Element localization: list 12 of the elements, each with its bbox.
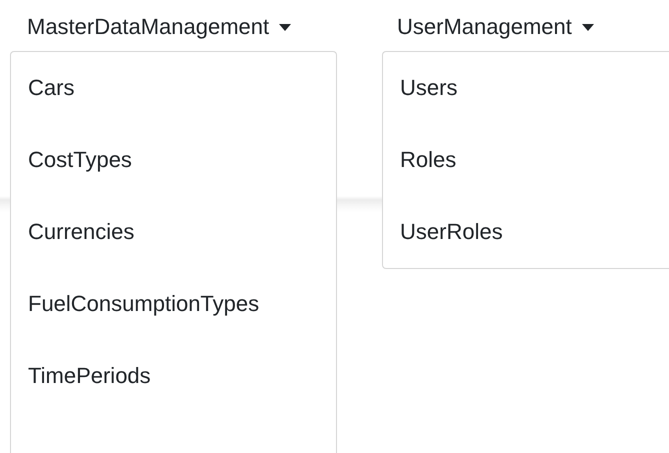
dropdown-toggle[interactable]: UserManagement bbox=[382, 12, 611, 42]
dropdown-item[interactable]: Roles bbox=[383, 142, 474, 178]
caret-icon bbox=[582, 24, 594, 30]
dropdown-item[interactable]: CostTypes bbox=[11, 142, 149, 178]
dropdown-item[interactable]: UserRoles bbox=[383, 214, 520, 250]
dropdown-item[interactable]: Currencies bbox=[11, 214, 152, 250]
dropdown-item[interactable]: TimePeriods bbox=[11, 358, 168, 394]
dropdown-item[interactable]: Users bbox=[383, 70, 474, 106]
dropdown-item[interactable]: FuelConsumptionTypes bbox=[11, 286, 276, 322]
dropdown-item[interactable]: Cars bbox=[11, 70, 92, 106]
caret-icon bbox=[279, 24, 292, 30]
dropdown-toggle[interactable]: MasterDataManagement bbox=[10, 12, 308, 42]
